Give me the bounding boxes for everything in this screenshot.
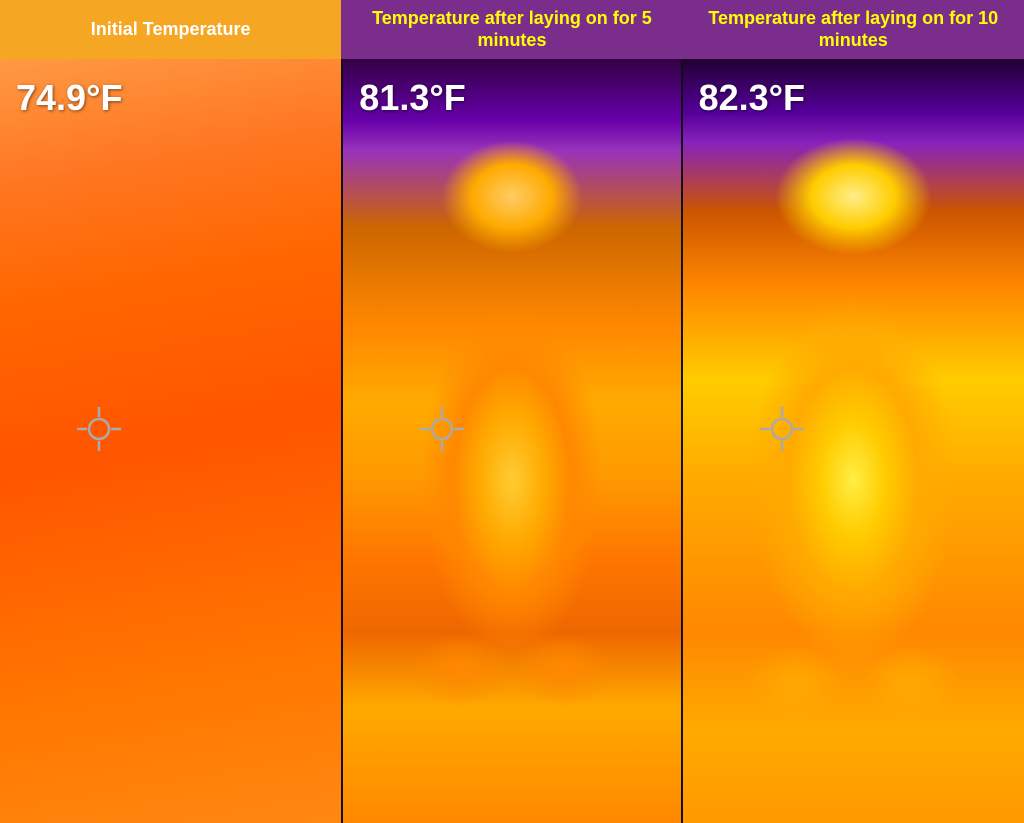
panel-initial: 74.9°F	[0, 59, 341, 823]
temp-10min: 82.3°F	[699, 77, 805, 119]
header-5min-label: Temperature after laying on for 5 minute…	[353, 8, 670, 51]
panel-5min-body	[343, 59, 680, 823]
images-row: 74.9°F 81.3°F	[0, 59, 1024, 823]
header-initial: Initial Temperature	[0, 0, 341, 59]
crosshair-5min	[418, 405, 466, 453]
header-row: Initial Temperature Temperature after la…	[0, 0, 1024, 59]
header-5min: Temperature after laying on for 5 minute…	[341, 0, 682, 59]
panel-5min: 81.3°F	[341, 59, 682, 823]
panel-initial-bg	[0, 59, 341, 823]
header-10min: Temperature after laying on for 10 minut…	[683, 0, 1024, 59]
panel-10min-body	[683, 59, 1024, 823]
panel-10min: 82.3°F	[683, 59, 1024, 823]
temp-initial: 74.9°F	[16, 77, 122, 119]
header-10min-label: Temperature after laying on for 10 minut…	[695, 8, 1012, 51]
crosshair-initial	[75, 405, 123, 453]
comparison-container: Initial Temperature Temperature after la…	[0, 0, 1024, 823]
temp-5min: 81.3°F	[359, 77, 465, 119]
crosshair-10min	[758, 405, 806, 453]
header-initial-label: Initial Temperature	[91, 19, 251, 41]
